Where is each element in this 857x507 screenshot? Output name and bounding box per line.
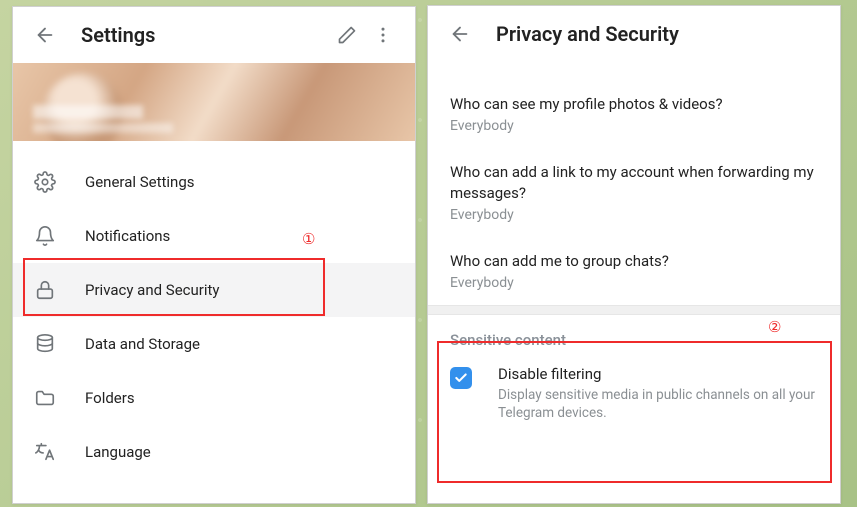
- settings-item-label: Language: [85, 443, 151, 461]
- privacy-item-forwarding[interactable]: Who can add a link to my account when fo…: [428, 148, 840, 237]
- settings-item-language[interactable]: Language: [13, 425, 415, 479]
- folder-icon: [33, 386, 57, 410]
- annotation-number-1: ①: [302, 230, 315, 248]
- back-button[interactable]: [442, 16, 478, 52]
- settings-item-notifications[interactable]: Notifications: [13, 209, 415, 263]
- arrow-left-icon: [449, 23, 471, 45]
- settings-panel: Settings General Settings Notifications …: [12, 6, 416, 504]
- privacy-item-value: Everybody: [450, 275, 818, 291]
- bell-icon: [33, 224, 57, 248]
- privacy-item-title: Who can see my profile photos & videos?: [450, 94, 818, 114]
- privacy-item-groups[interactable]: Who can add me to group chats? Everybody: [428, 237, 840, 305]
- privacy-item-title: Who can add a link to my account when fo…: [450, 162, 818, 203]
- page-title: Privacy and Security: [496, 22, 826, 46]
- privacy-item-value: Everybody: [450, 118, 818, 134]
- privacy-panel: Privacy and Security Who can see my prof…: [427, 5, 841, 504]
- disable-filtering-row[interactable]: Disable filtering Display sensitive medi…: [428, 355, 840, 440]
- page-title: Settings: [81, 23, 329, 47]
- settings-item-general[interactable]: General Settings: [13, 155, 415, 209]
- disable-filtering-title: Disable filtering: [498, 365, 818, 383]
- settings-item-label: Privacy and Security: [85, 281, 220, 299]
- arrow-left-icon: [34, 24, 56, 46]
- edit-button[interactable]: [329, 17, 365, 53]
- disable-filtering-desc: Display sensitive media in public channe…: [498, 386, 818, 422]
- settings-item-privacy[interactable]: Privacy and Security: [13, 263, 415, 317]
- more-button[interactable]: [365, 17, 401, 53]
- kebab-icon: [373, 25, 393, 45]
- settings-item-label: Notifications: [85, 227, 170, 245]
- privacy-item-photos[interactable]: Who can see my profile photos & videos? …: [428, 80, 840, 148]
- settings-header: Settings: [13, 7, 415, 63]
- section-divider: [428, 305, 840, 315]
- settings-item-folders[interactable]: Folders: [13, 371, 415, 425]
- lock-icon: [33, 278, 57, 302]
- pencil-icon: [337, 25, 357, 45]
- back-button[interactable]: [27, 17, 63, 53]
- settings-item-label: General Settings: [85, 173, 195, 191]
- privacy-header: Privacy and Security: [428, 6, 840, 62]
- gear-icon: [33, 170, 57, 194]
- language-icon: [33, 440, 57, 464]
- settings-item-data[interactable]: Data and Storage: [13, 317, 415, 371]
- profile-info: [33, 105, 173, 133]
- settings-item-label: Folders: [85, 389, 135, 407]
- settings-item-label: Data and Storage: [85, 335, 200, 353]
- profile-banner[interactable]: [13, 63, 415, 141]
- privacy-item-value: Everybody: [450, 207, 818, 223]
- check-icon: [454, 371, 468, 385]
- disable-filtering-checkbox[interactable]: [450, 367, 472, 389]
- annotation-number-2: ②: [768, 318, 781, 336]
- database-icon: [33, 332, 57, 356]
- privacy-item-title: Who can add me to group chats?: [450, 251, 818, 271]
